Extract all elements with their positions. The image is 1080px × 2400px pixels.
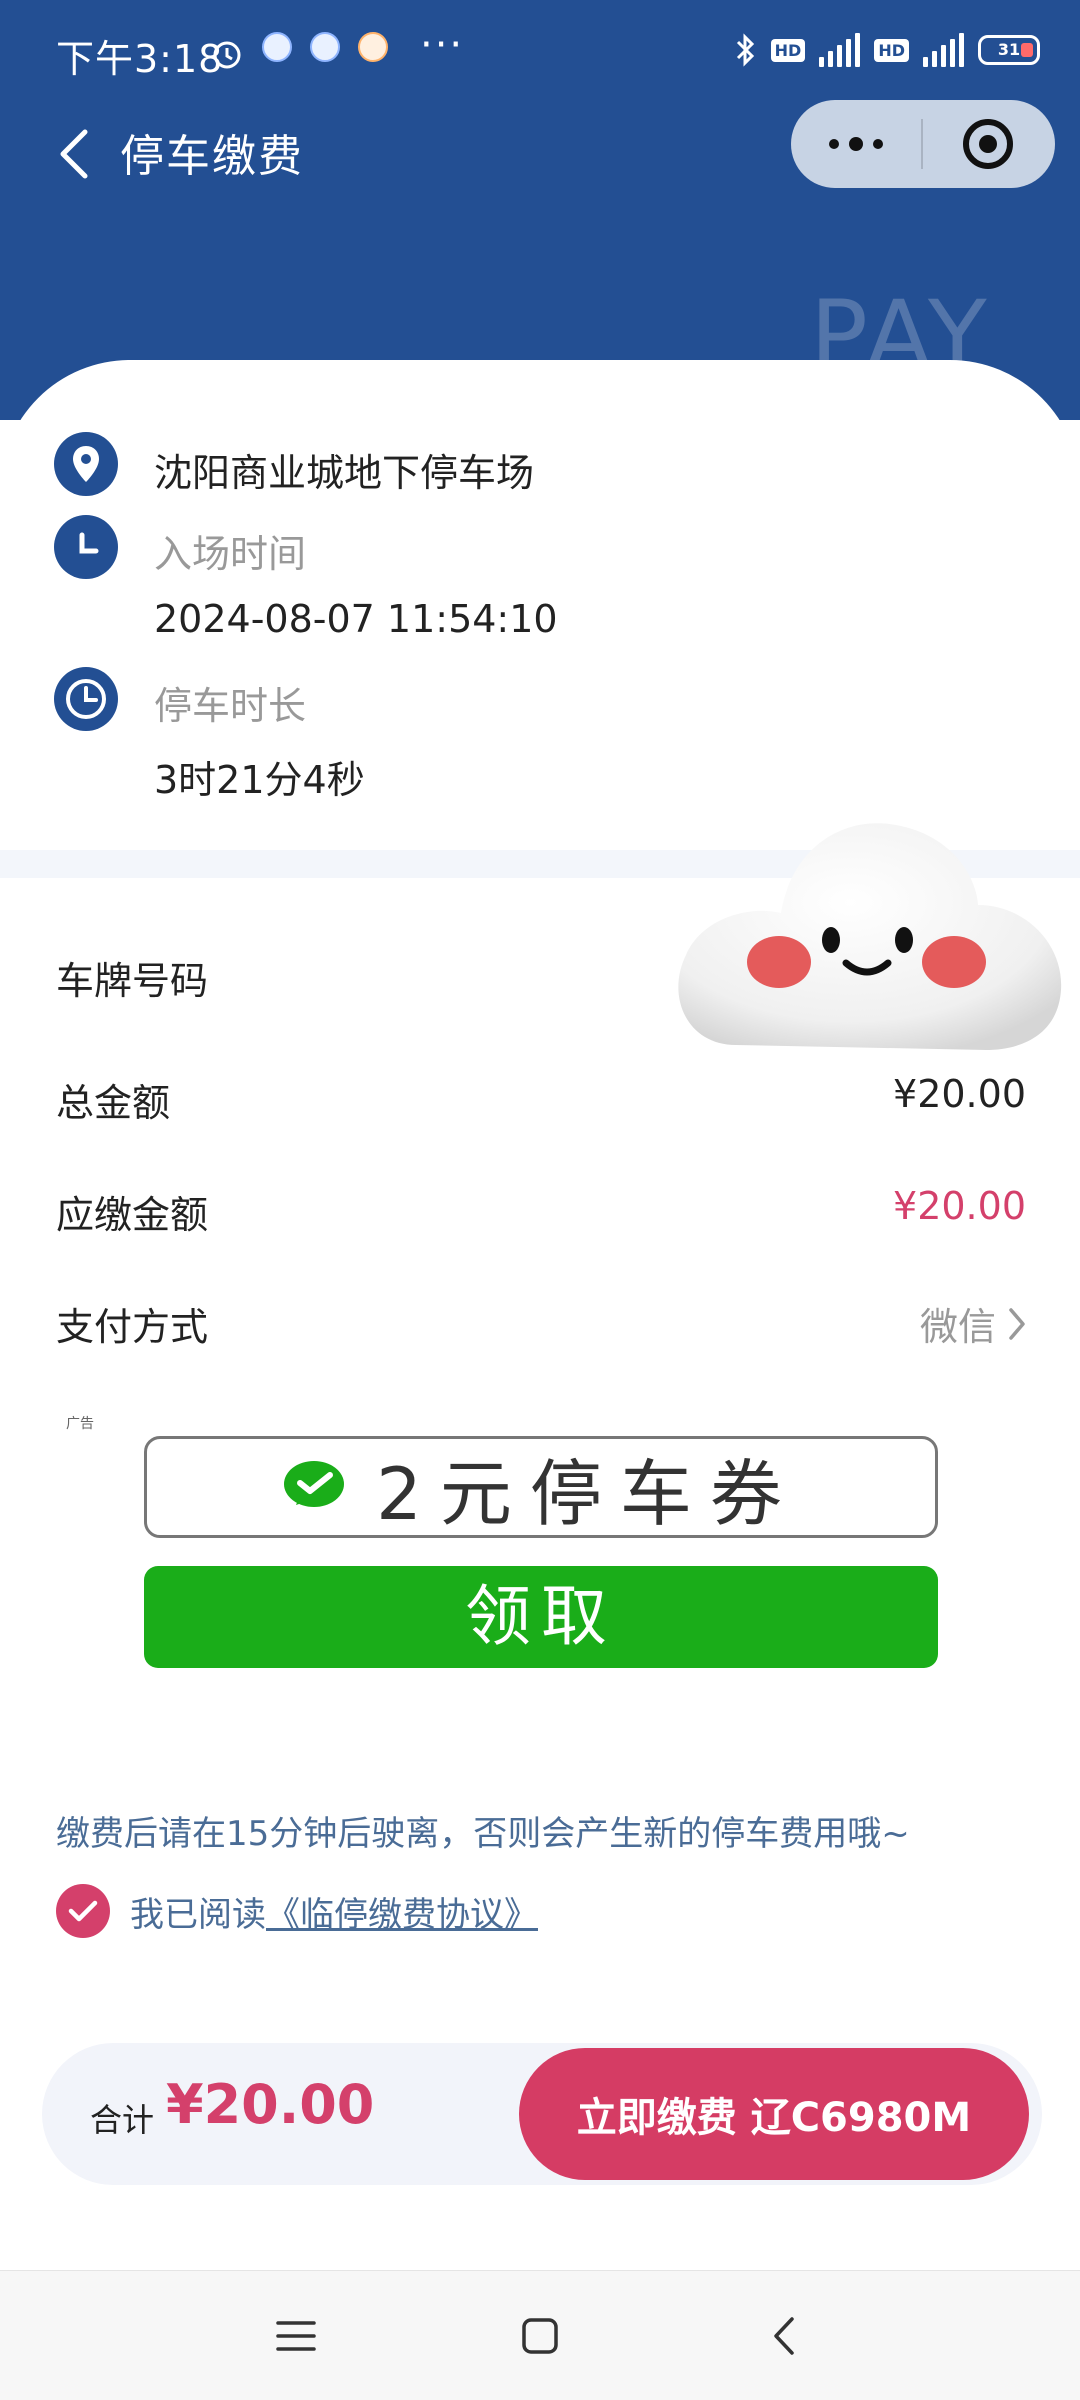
close-miniprogram-button[interactable] <box>923 100 1053 188</box>
payment-method-value: 微信 <box>919 1305 996 1349</box>
app-notification-icon <box>262 32 292 62</box>
duration-value: 3时21分4秒 <box>154 758 365 802</box>
due-amount-value: ¥20.00 <box>893 1184 1026 1228</box>
page-title: 停车缴费 <box>120 131 304 182</box>
entry-time-label: 入场时间 <box>154 532 307 576</box>
payment-method-label: 支付方式 <box>56 1305 209 1349</box>
entry-time-value: 2024-08-07 11:54:10 <box>154 597 558 641</box>
sum-amount: ¥20.00 <box>166 2073 375 2136</box>
total-amount-label: 总金额 <box>56 1081 171 1125</box>
back-arrow-icon[interactable] <box>54 124 94 184</box>
agreement-row: 我已阅读 《临停缴费协议》 <box>56 1884 538 1938</box>
due-amount-label: 应缴金额 <box>56 1193 209 1237</box>
payment-method-selector[interactable]: 微信 <box>920 1296 1026 1351</box>
location-pin-icon <box>54 432 118 496</box>
app-notification-icon <box>358 32 388 62</box>
duration-label: 停车时长 <box>154 684 307 728</box>
alarm-icon <box>210 36 244 74</box>
parking-info-card: 沈阳商业城地下停车场 入场时间 2024-08-07 11:54:10 停车时长… <box>0 360 1080 850</box>
signal-5g-icon <box>923 33 964 67</box>
parking-lot-name: 沈阳商业城地下停车场 <box>154 451 535 495</box>
total-row: 总金额 ¥20.00 <box>0 1072 1080 1142</box>
claim-coupon-button[interactable]: 领取 <box>144 1566 938 1668</box>
sum-label: 合计 <box>90 2101 155 2139</box>
status-more-icon: ··· <box>420 22 465 68</box>
back-icon[interactable] <box>744 2301 824 2371</box>
status-time: 下午3:18 <box>56 37 224 81</box>
payment-bar: 合计 ¥20.00 立即缴费 辽C6980M <box>42 2043 1042 2185</box>
header-background: 下午3:18 ··· HD HD 31 停车缴费 PAY <box>0 0 1080 420</box>
miniprogram-capsule <box>791 100 1055 188</box>
agreement-link[interactable]: 《临停缴费协议》 <box>266 1887 538 1936</box>
menu-icon[interactable] <box>256 2301 336 2371</box>
hd-icon: HD <box>770 38 806 62</box>
bluetooth-icon <box>736 33 754 67</box>
signal-4g-icon <box>819 33 861 67</box>
check-icon <box>68 1900 98 1922</box>
more-options-button[interactable] <box>791 100 921 188</box>
target-icon <box>963 119 1013 169</box>
ad-tag: 广告 <box>66 1416 94 1432</box>
battery-icon: 31 <box>978 35 1040 65</box>
agreement-prefix: 我已阅读 <box>130 1894 266 1935</box>
notification-icons <box>262 32 388 62</box>
plate-label: 车牌号码 <box>56 959 209 1003</box>
agreement-checkbox[interactable] <box>56 1884 110 1938</box>
home-icon[interactable] <box>500 2301 580 2371</box>
top-navigation: 停车缴费 <box>0 100 1080 210</box>
wechat-pay-icon <box>284 1461 345 1507</box>
status-right-icons: HD HD 31 <box>735 32 1040 68</box>
chevron-right-icon <box>1009 1307 1025 1340</box>
coupon-text: 2元停车券 <box>376 1451 800 1536</box>
timer-icon <box>54 667 118 731</box>
departure-notice: 缴费后请在15分钟后驶离，否则会产生新的停车费用哦~ <box>56 1814 910 1854</box>
clock-icon <box>54 515 118 579</box>
pay-now-button[interactable]: 立即缴费 辽C6980M <box>519 2048 1029 2180</box>
app-notification-icon <box>310 32 340 62</box>
coupon-banner[interactable]: 2元停车券 <box>144 1436 938 1538</box>
cloud-mascot-icon <box>678 823 1062 1050</box>
payment-method-row[interactable]: 支付方式 微信 <box>0 1296 1080 1366</box>
system-navigation-bar <box>0 2270 1080 2400</box>
due-row: 应缴金额 ¥20.00 <box>0 1184 1080 1254</box>
status-bar: 下午3:18 ··· HD HD 31 <box>0 0 1080 100</box>
hd-icon: HD <box>874 38 909 62</box>
total-amount-value: ¥20.00 <box>893 1072 1026 1116</box>
